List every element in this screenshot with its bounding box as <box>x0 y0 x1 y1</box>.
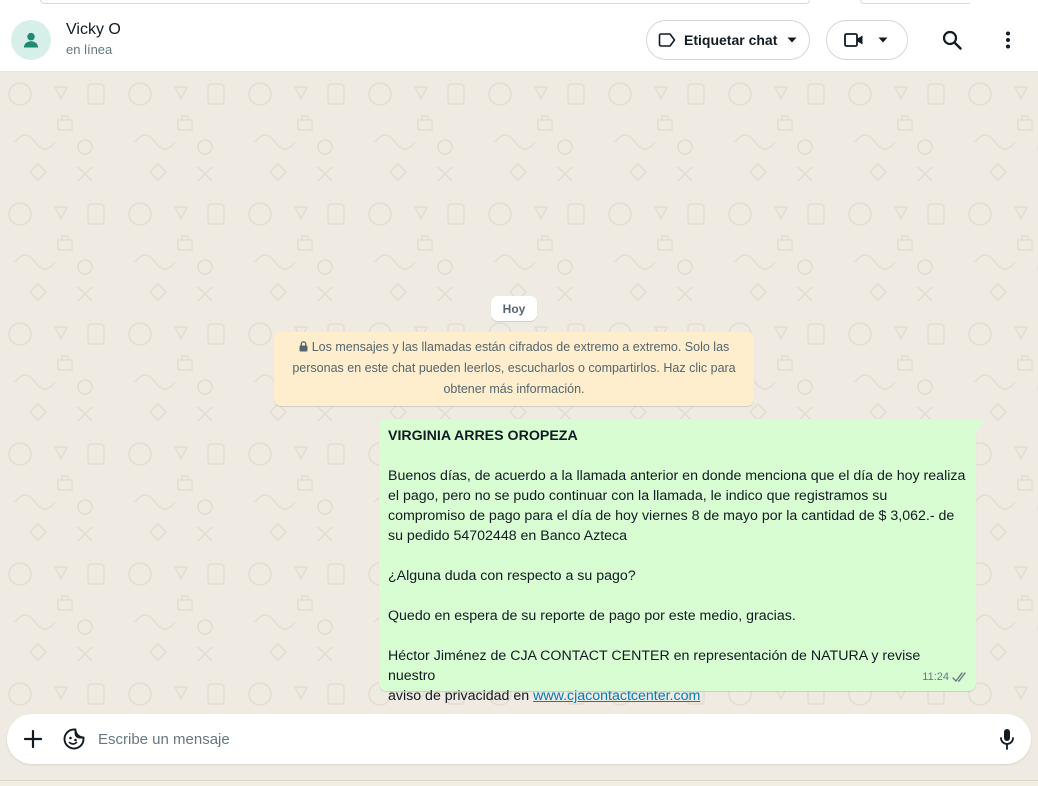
chevron-down-icon <box>878 37 888 43</box>
contact-status: en línea <box>66 42 113 57</box>
microphone-icon <box>1000 729 1014 750</box>
footer <box>0 714 1038 786</box>
sticker-button[interactable] <box>61 726 87 752</box>
attach-button[interactable] <box>21 727 45 751</box>
search-icon <box>942 30 962 50</box>
message-composer <box>7 714 1031 764</box>
browser-top-strip <box>0 0 1038 8</box>
plus-icon <box>24 730 42 748</box>
bottom-strip <box>0 780 1038 786</box>
message-paragraph-with-link: Héctor Jiménez de CJA CONTACT CENTER en … <box>388 646 967 706</box>
more-vertical-icon <box>1006 31 1010 49</box>
encryption-notice-line: obtener más información. <box>443 382 585 396</box>
lock-icon <box>299 341 308 352</box>
privacy-link[interactable]: www.cjacontactcenter.com <box>533 688 700 704</box>
message-paragraph: ¿Alguna duda con respecto a su pago? <box>388 568 636 584</box>
chevron-down-icon <box>787 37 797 43</box>
message-paragraph: Quedo en espera de su reporte de pago po… <box>388 608 796 624</box>
encryption-notice-line: personas en este chat pueden leerlos, es… <box>292 361 736 375</box>
person-icon <box>23 32 39 48</box>
message-paragraph: Buenos días, de acuerdo a la llamada ant… <box>388 468 966 544</box>
message-sender-line: VIRGINIA ARRES OROPEZA <box>388 428 578 444</box>
encryption-notice[interactable]: Los mensajes y las llamadas están cifrad… <box>274 332 754 406</box>
message-time: 11:24 <box>922 671 949 683</box>
video-camera-icon <box>844 33 863 47</box>
message-input[interactable] <box>98 726 968 752</box>
message-meta: 11:24 <box>922 667 968 687</box>
contact-name[interactable]: Vicky O <box>66 21 121 39</box>
label-chat-label: Etiquetar chat <box>684 32 778 48</box>
date-chip: Hoy <box>491 296 537 321</box>
chat-area[interactable]: Hoy Los mensajes y las llamadas están ci… <box>0 72 1038 714</box>
label-chat-button[interactable]: Etiquetar chat <box>646 20 810 60</box>
avatar[interactable] <box>11 20 51 60</box>
bubble-tail <box>976 419 984 432</box>
voice-message-button[interactable] <box>994 726 1020 752</box>
top-strip-edge <box>860 0 970 4</box>
chat-header: Vicky O en línea Etiquetar chat <box>0 8 1038 72</box>
top-strip-edge <box>40 0 810 4</box>
label-icon <box>658 33 676 47</box>
search-button[interactable] <box>932 20 972 60</box>
encryption-notice-line: Los mensajes y las llamadas están cifrad… <box>311 340 730 354</box>
outgoing-message[interactable]: VIRGINIA ARRES OROPEZA Buenos días, de a… <box>379 419 984 704</box>
video-call-button[interactable] <box>826 20 908 60</box>
sticker-icon <box>63 728 85 750</box>
menu-button[interactable] <box>988 20 1028 60</box>
double-check-icon <box>952 671 966 682</box>
